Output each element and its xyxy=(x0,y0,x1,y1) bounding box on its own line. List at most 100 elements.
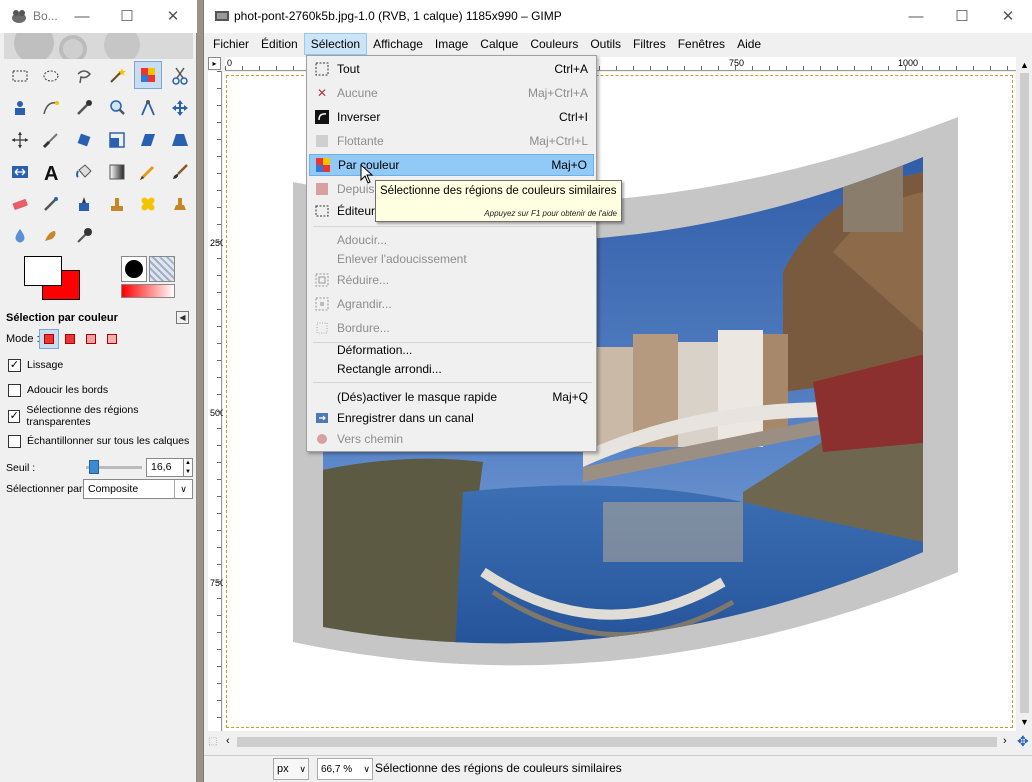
menu-item-flottante[interactable]: Flottante Maj+Ctrl+L xyxy=(309,130,594,152)
feather-checkbox[interactable] xyxy=(8,383,21,397)
menu-item-rectangle-arrondi[interactable]: Rectangle arrondi... xyxy=(309,358,594,380)
flip-tool[interactable] xyxy=(6,158,34,186)
select-by-dropdown[interactable]: Composite ∨ xyxy=(83,479,193,499)
vertical-scrollbar[interactable]: ▲ ▼ xyxy=(1016,57,1032,731)
menu-item-inverser[interactable]: Inverser Ctrl+I xyxy=(309,106,594,128)
scale-tool[interactable] xyxy=(103,126,131,154)
menu-edition[interactable]: Édition xyxy=(255,33,304,55)
menu-couleurs[interactable]: Couleurs xyxy=(524,33,584,55)
menu-item-enlever-adoucissement[interactable]: Enlever l'adoucissement xyxy=(309,248,594,270)
maximize-button[interactable]: ☐ xyxy=(104,0,150,32)
foreground-color-swatch[interactable] xyxy=(24,256,62,286)
brush-selector[interactable] xyxy=(121,256,147,282)
quick-mask-toggle-icon[interactable]: ⬚ xyxy=(208,736,217,747)
smudge-tool[interactable] xyxy=(37,222,65,250)
measure-tool[interactable] xyxy=(134,94,162,122)
clone-tool[interactable] xyxy=(103,190,131,218)
menu-calque[interactable]: Calque xyxy=(474,33,524,55)
scissors-tool[interactable] xyxy=(166,62,194,90)
canvas-menu-button[interactable]: ▸ xyxy=(208,57,221,70)
mode-intersect-button[interactable] xyxy=(102,329,122,349)
vertical-ruler[interactable]: 250 500 750 xyxy=(208,71,225,731)
tool-options-menu-button[interactable]: ◀ xyxy=(176,311,189,324)
scroll-left-icon[interactable]: ‹ xyxy=(226,735,230,747)
dodge-burn-tool[interactable] xyxy=(70,222,98,250)
menu-item-agrandir[interactable]: Agrandir... xyxy=(309,293,594,315)
option-antialias[interactable]: ✓ Lissage xyxy=(8,357,63,373)
horizontal-scrollbar[interactable]: ⬚ ‹ › ✥ xyxy=(204,733,1029,751)
menu-item-reduire[interactable]: Réduire... xyxy=(309,269,594,291)
sample-merged-checkbox[interactable] xyxy=(8,434,21,448)
gradient-selector[interactable] xyxy=(121,284,175,298)
minimize-button[interactable]: — xyxy=(59,0,105,32)
select-by-color-tool[interactable] xyxy=(134,61,162,89)
menu-item-tout[interactable]: Tout Ctrl+A xyxy=(309,58,594,80)
mode-add-button[interactable] xyxy=(60,329,80,349)
scroll-right-icon[interactable]: › xyxy=(1003,735,1007,747)
scroll-down-icon[interactable]: ▼ xyxy=(1020,717,1029,727)
color-picker-tool[interactable] xyxy=(70,94,98,122)
threshold-slider-handle[interactable] xyxy=(89,460,99,474)
menu-selection[interactable]: Sélection xyxy=(303,33,368,55)
mode-subtract-button[interactable] xyxy=(81,329,101,349)
menu-item-aucune[interactable]: ✕ Aucune Maj+Ctrl+A xyxy=(309,82,594,104)
threshold-spinner[interactable]: ▲ ▼ xyxy=(184,458,193,477)
mode-replace-button[interactable] xyxy=(39,329,59,349)
lasso-tool[interactable] xyxy=(70,62,98,90)
option-sample-merged[interactable]: Échantillonner sur tous les calques xyxy=(8,433,189,449)
align-tool[interactable] xyxy=(6,126,34,154)
unit-dropdown[interactable]: px ∨ xyxy=(273,758,309,780)
foreground-select-tool[interactable] xyxy=(6,94,34,122)
crop-tool[interactable] xyxy=(37,126,65,154)
navigate-icon[interactable]: ✥ xyxy=(1017,733,1029,750)
zoom-tool[interactable] xyxy=(103,94,131,122)
main-minimize-button[interactable]: — xyxy=(893,0,939,32)
menu-item-vers-chemin[interactable]: Vers chemin xyxy=(309,428,594,450)
perspective-clone-tool[interactable] xyxy=(166,190,194,218)
menu-filtres[interactable]: Filtres xyxy=(627,33,672,55)
menu-item-bordure[interactable]: Bordure... xyxy=(309,317,594,339)
main-close-button[interactable]: ✕ xyxy=(985,0,1031,32)
close-button[interactable]: ✕ xyxy=(150,0,196,32)
fg-bg-colors[interactable] xyxy=(24,256,80,300)
scroll-up-icon[interactable]: ▲ xyxy=(1020,60,1029,70)
vertical-scroll-thumb[interactable] xyxy=(1020,73,1029,713)
heal-tool[interactable] xyxy=(134,190,162,218)
menu-affichage[interactable]: Affichage xyxy=(367,33,429,55)
text-tool[interactable]: A xyxy=(37,158,65,186)
perspective-tool[interactable] xyxy=(166,126,194,154)
menu-outils[interactable]: Outils xyxy=(584,33,627,55)
zoom-dropdown[interactable]: 66,7 % ∨ xyxy=(317,758,373,780)
eraser-tool[interactable] xyxy=(6,190,34,218)
paintbrush-tool[interactable] xyxy=(166,158,194,186)
bucket-fill-tool[interactable] xyxy=(70,158,98,186)
menu-item-masque-rapide[interactable]: (Dés)activer le masque rapide Maj+Q xyxy=(309,386,594,408)
horizontal-scroll-thumb[interactable] xyxy=(237,737,997,747)
pencil-tool[interactable] xyxy=(134,158,162,186)
option-feather[interactable]: Adoucir les bords xyxy=(8,382,108,398)
main-maximize-button[interactable]: ☐ xyxy=(939,0,985,32)
shear-tool[interactable] xyxy=(134,126,162,154)
move-tool[interactable] xyxy=(166,94,194,122)
pattern-selector[interactable] xyxy=(149,256,175,282)
transparent-checkbox[interactable]: ✓ xyxy=(8,409,21,423)
menu-fichier[interactable]: Fichier xyxy=(207,33,255,55)
blur-tool[interactable] xyxy=(6,222,34,250)
antialias-checkbox[interactable]: ✓ xyxy=(8,358,21,372)
rect-select-tool[interactable] xyxy=(6,62,34,90)
rotate-tool[interactable] xyxy=(70,126,98,154)
threshold-input[interactable]: 16,6 xyxy=(146,458,184,477)
menu-aide[interactable]: Aide xyxy=(731,33,767,55)
menu-item-enregistrer-canal[interactable]: Enregistrer dans un canal xyxy=(309,407,594,429)
airbrush-tool[interactable] xyxy=(37,190,65,218)
paths-tool[interactable] xyxy=(37,94,65,122)
menu-item-par-couleur[interactable]: Par couleur Maj+O xyxy=(309,154,594,176)
ink-tool[interactable] xyxy=(70,190,98,218)
blend-tool[interactable] xyxy=(103,158,131,186)
fuzzy-select-tool[interactable] xyxy=(103,62,131,90)
text-a-icon: A xyxy=(44,163,58,182)
option-transparent[interactable]: ✓ Sélectionne des régions transparentes xyxy=(8,404,196,428)
ellipse-select-tool[interactable] xyxy=(37,62,65,90)
menu-image[interactable]: Image xyxy=(429,33,474,55)
menu-fenetres[interactable]: Fenêtres xyxy=(672,33,731,55)
